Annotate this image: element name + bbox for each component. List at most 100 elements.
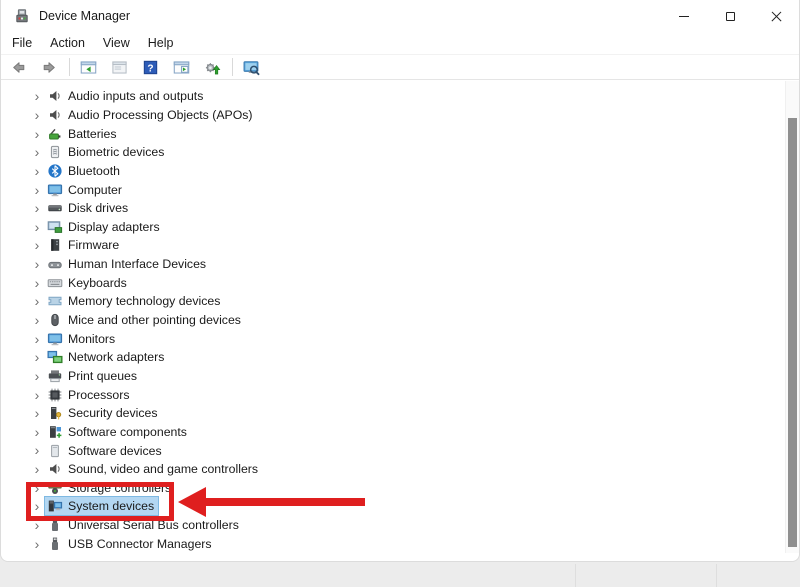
tree-item-audio-processing-objects-apos[interactable]: › Audio Processing Objects (APOs) [1,106,799,125]
chevron-right-icon[interactable]: › [30,147,44,157]
menu-view[interactable]: View [94,34,139,52]
caption-buttons [661,0,799,32]
tree-item-network-adapters[interactable]: › Network adapters [1,348,799,367]
chevron-right-icon[interactable]: › [30,334,44,344]
properties-button[interactable] [107,56,131,78]
svg-text:?: ? [147,63,153,74]
menu-action[interactable]: Action [41,34,94,52]
chevron-right-icon[interactable]: › [30,390,44,400]
toolbar: ? [1,55,799,80]
device-tree: ›Audio inputs and outputs›Audio Processi… [1,81,799,553]
chevron-right-icon[interactable]: › [30,445,44,455]
chevron-right-icon[interactable]: › [30,427,44,437]
speaker-icon [47,88,63,104]
tree-item-disk-drives[interactable]: › Disk drives [1,199,799,218]
scan-hardware-changes-button[interactable] [239,56,263,78]
tree-item-surface: Processors [44,385,135,405]
chevron-right-icon[interactable]: › [30,408,44,418]
tree-item-processors[interactable]: ›Processors [1,385,799,404]
maximize-button[interactable] [707,0,753,32]
tree-item-surface: Network adapters [44,347,169,367]
chevron-right-icon[interactable]: › [30,91,44,101]
tree-item-monitors[interactable]: ›Monitors [1,329,799,348]
mouse-icon [47,312,63,328]
memory-card-icon [47,293,63,309]
tree-item-usb-connector-managers[interactable]: ›USB Connector Managers [1,534,799,553]
tree-item-firmware[interactable]: ›Firmware [1,236,799,255]
tree-item-surface: Human Interface Devices [44,254,211,274]
chevron-right-icon[interactable]: › [30,110,44,120]
tree-item-surface: Storage controllers [44,478,176,498]
tree-item-memory-technology-devices[interactable]: ›Memory technology devices [1,292,799,311]
chevron-right-icon[interactable]: › [30,166,44,176]
chevron-right-icon[interactable]: › [30,278,44,288]
bottom-bar [0,562,800,587]
device-category-label: System devices [68,499,154,513]
chevron-right-icon[interactable]: › [30,185,44,195]
forward-button[interactable] [37,56,61,78]
tree-item-audio-inputs-and-outputs[interactable]: ›Audio inputs and outputs [1,87,799,106]
device-category-label: Audio Processing Objects (APOs) [68,108,253,122]
menu-file[interactable]: File [3,34,41,52]
tree-item-human-interface-devices[interactable]: › Human Interface Devices [1,255,799,274]
update-driver-button[interactable] [200,56,224,78]
chevron-right-icon[interactable]: › [30,129,44,139]
tree-item-universal-serial-bus-controllers[interactable]: ›Universal Serial Bus controllers [1,516,799,535]
tree-item-software-devices[interactable]: ›Software devices [1,441,799,460]
tree-item-biometric-devices[interactable]: › Biometric devices [1,143,799,162]
scrollbar-thumb[interactable] [788,118,797,547]
tree-item-surface: Memory technology devices [44,291,225,311]
chevron-right-icon[interactable]: › [30,203,44,213]
action-pane-button[interactable] [169,56,193,78]
tree-item-display-adapters[interactable]: ›Display adapters [1,217,799,236]
tree-item-surface: Security devices [44,403,163,423]
device-category-label: Human Interface Devices [68,257,206,271]
chevron-right-icon[interactable]: › [30,501,44,511]
device-category-label: Computer [68,183,122,197]
selected-tree-item-surface: System devices [44,496,159,516]
chevron-right-icon[interactable]: › [30,352,44,362]
device-category-label: Disk drives [68,201,128,215]
chevron-right-icon[interactable]: › [30,483,44,493]
chevron-right-icon[interactable]: › [30,539,44,549]
show-hide-console-tree-button[interactable] [76,56,100,78]
device-category-label: Network adapters [68,350,164,364]
chevron-right-icon[interactable]: › [30,371,44,381]
help-button[interactable]: ? [138,56,162,78]
monitor-icon [47,331,63,347]
tree-item-print-queues[interactable]: ›Print queues [1,367,799,386]
network-adapter-icon [47,349,63,365]
tree-item-surface: Bluetooth [44,161,125,181]
usb-icon [47,517,63,533]
close-button[interactable] [753,0,799,32]
tree-item-storage-controllers[interactable]: ›Storage controllers [1,478,799,497]
tree-item-surface: Batteries [44,124,122,144]
tree-item-keyboards[interactable]: ›Keyboards [1,273,799,292]
chevron-right-icon[interactable]: › [30,259,44,269]
menu-help[interactable]: Help [139,34,183,52]
chevron-right-icon[interactable]: › [30,464,44,474]
tree-item-computer[interactable]: › Computer [1,180,799,199]
toolbar-separator [232,58,233,76]
processor-icon [47,387,63,403]
display-adapter-icon [47,219,63,235]
minimize-button[interactable] [661,0,707,32]
device-category-label: Biometric devices [68,145,164,159]
toolbar-separator [69,58,70,76]
tree-item-system-devices[interactable]: › System devices [1,497,799,516]
tree-item-batteries[interactable]: ›Batteries [1,124,799,143]
chevron-right-icon[interactable]: › [30,222,44,232]
chevron-right-icon[interactable]: › [30,296,44,306]
chevron-right-icon[interactable]: › [30,240,44,250]
vertical-scrollbar[interactable] [785,81,799,553]
tree-item-software-components[interactable]: ›Software components [1,423,799,442]
tree-item-surface: Firmware [44,235,124,255]
tree-item-mice-and-other-pointing-devices[interactable]: ›Mice and other pointing devices [1,311,799,330]
tree-item-surface: Audio inputs and outputs [44,86,208,106]
tree-item-sound-video-and-game-controllers[interactable]: ›Sound, video and game controllers [1,460,799,479]
tree-item-bluetooth[interactable]: ›Bluetooth [1,162,799,181]
back-button[interactable] [6,56,30,78]
chevron-right-icon[interactable]: › [30,315,44,325]
tree-item-security-devices[interactable]: ›Security devices [1,404,799,423]
chevron-right-icon[interactable]: › [30,520,44,530]
